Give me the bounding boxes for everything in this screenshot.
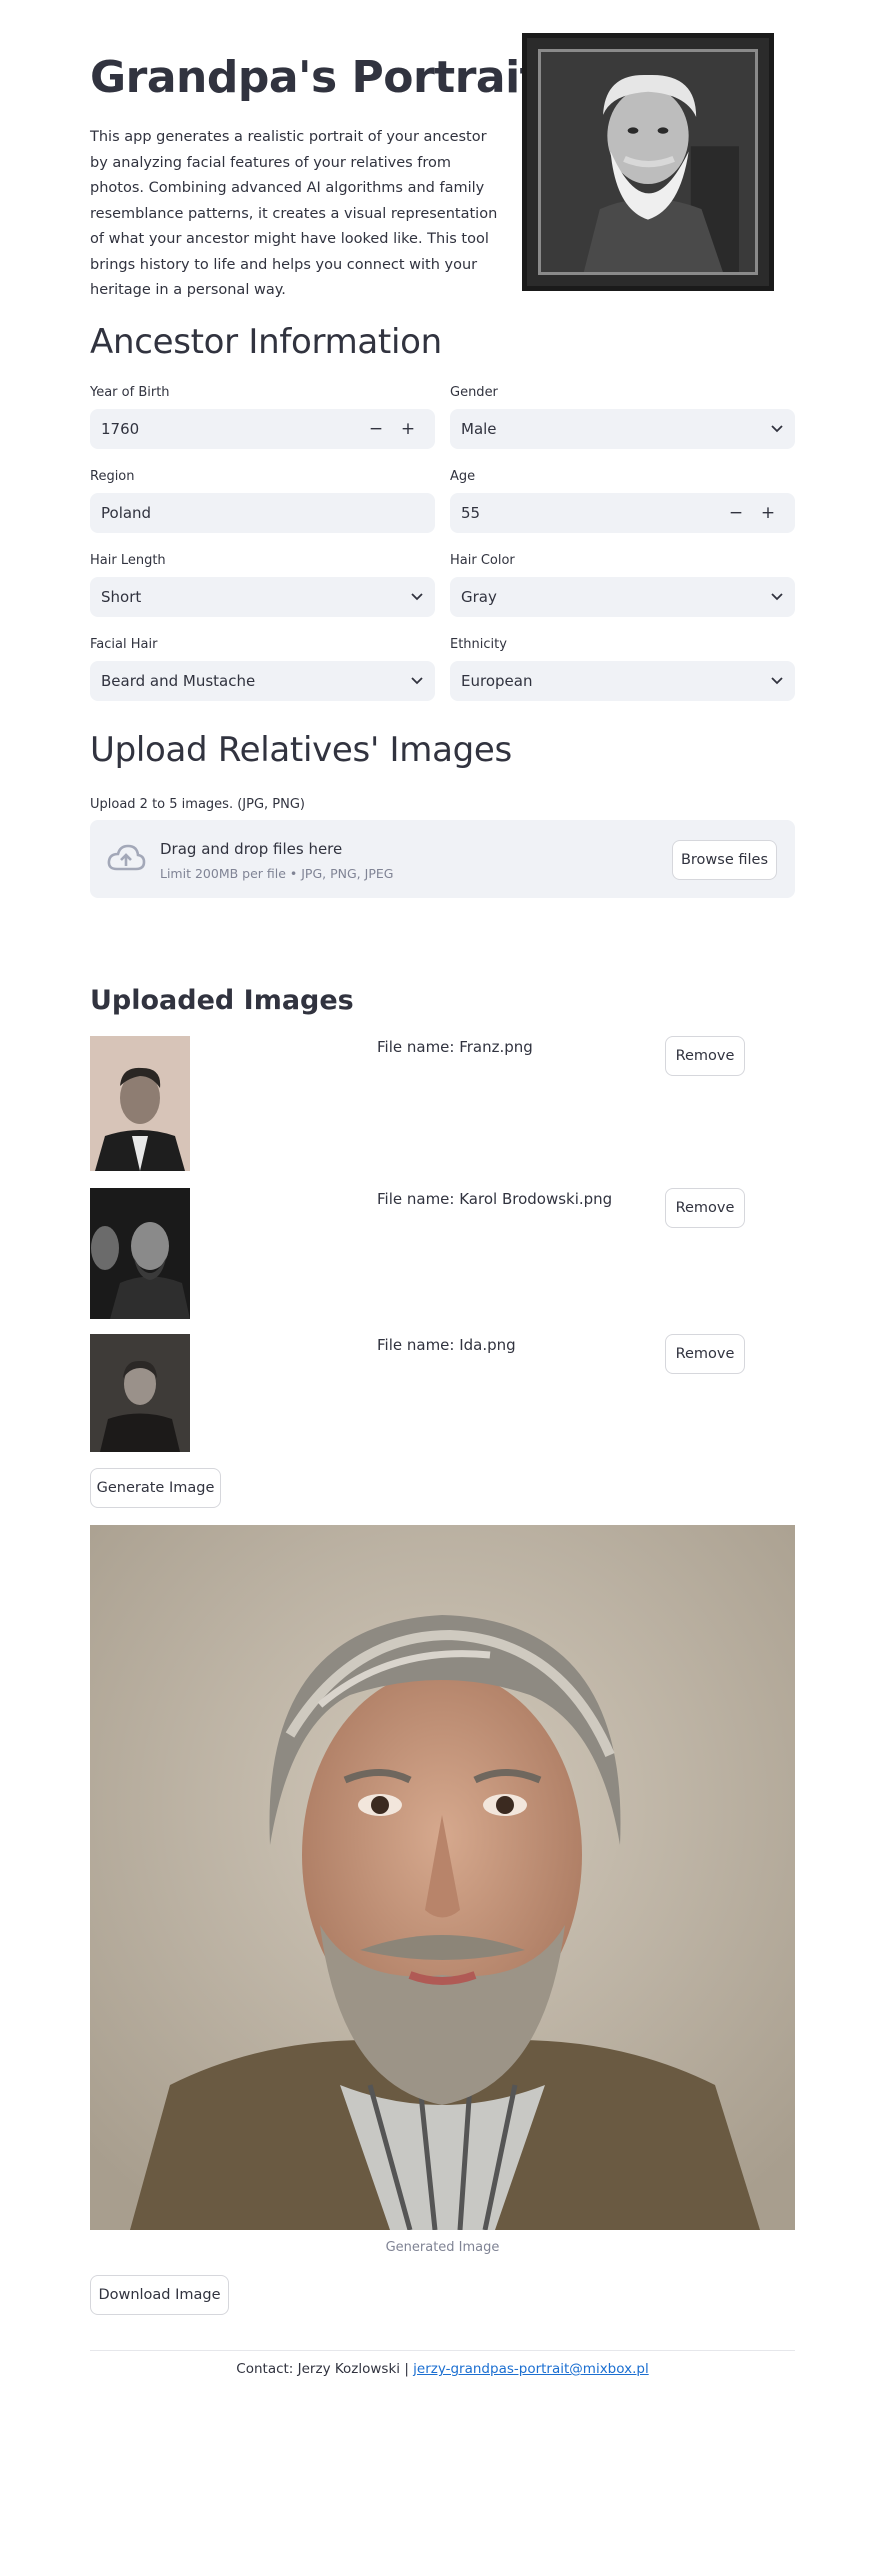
contact-email-link[interactable]: jerzy-grandpas-portrait@mixbox.pl: [413, 2361, 649, 2377]
age-value: 55: [461, 504, 481, 522]
region-label: Region: [90, 469, 135, 484]
file-name-label: File name: Franz.png: [377, 1038, 533, 1056]
age-decrement-button[interactable]: −: [720, 493, 752, 533]
gender-select[interactable]: Male: [450, 409, 795, 449]
year-decrement-button[interactable]: −: [360, 409, 392, 449]
hair-color-label: Hair Color: [450, 553, 515, 568]
file-name-label: File name: Ida.png: [377, 1336, 516, 1354]
browse-files-button[interactable]: Browse files: [672, 840, 777, 880]
uploaded-images-title: Uploaded Images: [90, 985, 354, 1016]
hair-length-select[interactable]: Short: [90, 577, 435, 617]
header: Grandpa's Portrait This app generates a …: [90, 30, 803, 298]
ethnicity-select[interactable]: European: [450, 661, 795, 701]
chevron-down-icon: [770, 422, 784, 436]
remove-button[interactable]: Remove: [665, 1036, 745, 1076]
relative-thumbnail: [90, 1188, 190, 1319]
hair-color-value: Gray: [461, 588, 497, 606]
generate-image-button[interactable]: Generate Image: [90, 1468, 221, 1508]
age-input[interactable]: 55 − +: [450, 493, 795, 533]
contact-text: Contact: Jerzy Kozlowski |: [236, 2361, 414, 2377]
region-input[interactable]: Poland: [90, 493, 435, 533]
relative-thumbnail: [90, 1036, 190, 1171]
year-of-birth-value: 1760: [101, 420, 140, 438]
app-title: Grandpa's Portrait: [90, 52, 541, 103]
footer: Contact: Jerzy Kozlowski | jerzy-grandpa…: [90, 2361, 795, 2377]
ethnicity-field: Ethnicity European: [450, 637, 795, 701]
ancestor-section-title: Ancestor Information: [90, 322, 442, 362]
gender-label: Gender: [450, 385, 498, 400]
remove-button[interactable]: Remove: [665, 1188, 745, 1228]
gender-value: Male: [461, 420, 497, 438]
hair-length-field: Hair Length Short: [90, 553, 435, 617]
ethnicity-label: Ethnicity: [450, 637, 507, 652]
ethnicity-value: European: [461, 672, 533, 690]
chevron-down-icon: [770, 674, 784, 688]
upload-note: Upload 2 to 5 images. (JPG, PNG): [90, 797, 305, 812]
year-of-birth-field: Year of Birth 1760 − +: [90, 385, 435, 449]
hair-length-value: Short: [101, 588, 142, 606]
hair-color-field: Hair Color Gray: [450, 553, 795, 617]
generated-portrait-image: [90, 1525, 795, 2230]
dropzone-text: Drag and drop files here: [160, 840, 343, 858]
dropzone-limit-text: Limit 200MB per file • JPG, PNG, JPEG: [160, 866, 394, 881]
download-image-button[interactable]: Download Image: [90, 2275, 229, 2315]
facial-hair-label: Facial Hair: [90, 637, 158, 652]
remove-button[interactable]: Remove: [665, 1334, 745, 1374]
year-increment-button[interactable]: +: [392, 409, 424, 449]
ancestor-portrait-image: [522, 33, 774, 291]
chevron-down-icon: [410, 674, 424, 688]
region-value: Poland: [101, 504, 152, 522]
facial-hair-field: Facial Hair Beard and Mustache: [90, 637, 435, 701]
file-dropzone[interactable]: Drag and drop files here Limit 200MB per…: [90, 820, 795, 898]
age-increment-button[interactable]: +: [752, 493, 784, 533]
chevron-down-icon: [410, 590, 424, 604]
upload-section-title: Upload Relatives' Images: [90, 730, 512, 770]
file-name-label: File name: Karol Brodowski.png: [377, 1190, 613, 1208]
gender-field: Gender Male: [450, 385, 795, 449]
relative-thumbnail: [90, 1334, 190, 1452]
facial-hair-select[interactable]: Beard and Mustache: [90, 661, 435, 701]
age-label: Age: [450, 469, 476, 484]
hair-color-select[interactable]: Gray: [450, 577, 795, 617]
year-of-birth-input[interactable]: 1760 − +: [90, 409, 435, 449]
app-description: This app generates a realistic portrait …: [90, 129, 498, 298]
hair-length-label: Hair Length: [90, 553, 166, 568]
footer-divider: [90, 2350, 795, 2351]
region-field: Region Poland: [90, 469, 435, 533]
chevron-down-icon: [770, 590, 784, 604]
facial-hair-value: Beard and Mustache: [101, 672, 256, 690]
cloud-upload-icon: [106, 842, 146, 874]
age-field: Age 55 − +: [450, 469, 795, 533]
generated-image-caption: Generated Image: [385, 2240, 500, 2255]
year-of-birth-label: Year of Birth: [90, 385, 170, 400]
